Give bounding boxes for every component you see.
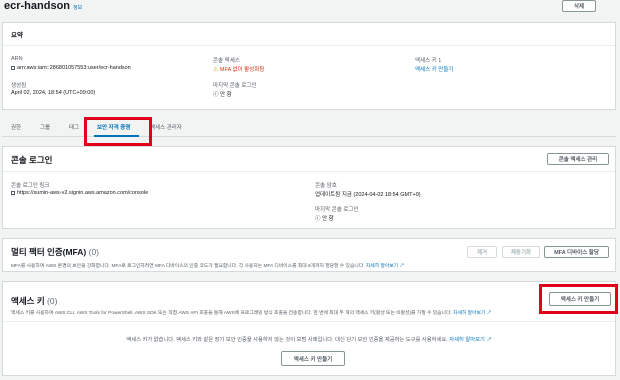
summary-card: 요약 ARN arn:aws:iam::286801057553:user/ec… bbox=[2, 22, 616, 110]
info-link[interactable]: 정보 bbox=[73, 5, 82, 11]
tab-access-advisor[interactable]: 액세스 관리자 bbox=[150, 123, 182, 131]
console-login-divider bbox=[3, 171, 615, 172]
access-keys-learn-more-link[interactable]: 자세히 알아보기 bbox=[453, 311, 485, 316]
page-title: ecr-handson 정보 bbox=[4, 0, 82, 12]
console-password-label: 콘솔 암호 bbox=[315, 183, 337, 189]
access-keys-count: (0) bbox=[47, 296, 58, 306]
tab-tags[interactable]: 태그 bbox=[69, 123, 79, 131]
mfa-resync-button[interactable]: 재동기화 bbox=[502, 246, 540, 258]
access-key-create-link[interactable]: 액세스 키 만들기 bbox=[415, 65, 453, 73]
external-link-icon: ↗ bbox=[399, 264, 405, 269]
access-keys-divider bbox=[3, 321, 615, 322]
console-last-login-text: 안 함 bbox=[322, 216, 334, 222]
user-name: ecr-handson bbox=[4, 0, 71, 12]
access-keys-description: 액세스 키를 사용하여 AWS CLI, AWS Tools for Power… bbox=[11, 309, 491, 316]
console-link-text: https://sumin-aws-v2.signin.aws.amazon.c… bbox=[17, 190, 149, 196]
arn-value: arn:aws:iam::286801057553:user/ecr-hands… bbox=[11, 65, 131, 71]
delete-button[interactable]: 삭제 bbox=[562, 0, 596, 12]
access-keys-description-text: 액세스 키를 사용하여 AWS CLI, AWS Tools for Power… bbox=[11, 311, 452, 316]
last-login-label: 마지막 콘솔 로그인 bbox=[213, 83, 257, 89]
tab-permissions[interactable]: 권한 bbox=[11, 123, 21, 131]
external-link-icon: ↗ bbox=[486, 311, 492, 316]
tab-highlight-box bbox=[84, 117, 152, 146]
console-access-label: 콘솔 액세스 bbox=[213, 58, 240, 64]
mfa-remove-button[interactable]: 제거 bbox=[467, 246, 497, 258]
create-key-highlight-box bbox=[539, 284, 618, 314]
empty-create-access-key-button[interactable]: 액세스 키 만들기 bbox=[281, 351, 345, 366]
access-keys-empty-message: 액세스 키가 없습니다. 액세스 키와 같은 장기 보안 인증을 사용하지 않는… bbox=[126, 337, 448, 343]
console-link-label: 콘솔 로그인 링크 bbox=[11, 183, 50, 189]
console-last-login-value: ⓘ 안 함 bbox=[315, 214, 334, 222]
arn-text: arn:aws:iam::286801057553:user/ecr-hands… bbox=[17, 65, 131, 71]
access-keys-heading-text: 액세스 키 bbox=[11, 296, 45, 306]
console-last-login-label: 마지막 콘솔 로그인 bbox=[315, 207, 359, 213]
assign-mfa-button[interactable]: MFA 디바이스 할당 bbox=[544, 246, 609, 258]
mfa-learn-more-link[interactable]: 자세히 알아보기 bbox=[366, 264, 398, 269]
info-circle-icon: ⓘ bbox=[315, 216, 321, 222]
arn-label: ARN bbox=[11, 56, 23, 62]
mfa-description: MFA를 사용하여 AWS 환경의 보안을 강화합니다. MFA로 로그인하려면… bbox=[11, 262, 404, 269]
tab-groups[interactable]: 그룹 bbox=[40, 123, 50, 131]
access-keys-empty-text: 액세스 키가 없습니다. 액세스 키와 같은 장기 보안 인증을 사용하지 않는… bbox=[3, 335, 615, 343]
console-password-value: 업데이트됨 지금 (2024-04-02 18:54 GMT+9) bbox=[315, 192, 421, 198]
created-value: April 02, 2024, 18:54 (UTC+09:00) bbox=[11, 90, 96, 96]
console-access-value: ⚠ MFA 없이 활성화됨 bbox=[213, 65, 264, 73]
mfa-description-text: MFA를 사용하여 AWS 환경의 보안을 강화합니다. MFA로 로그인하려면… bbox=[11, 264, 365, 269]
created-label: 생성됨 bbox=[11, 83, 27, 89]
summary-divider bbox=[3, 45, 615, 46]
summary-heading: 요약 bbox=[11, 32, 23, 39]
console-link-value: https://sumin-aws-v2.signin.aws.amazon.c… bbox=[11, 190, 148, 196]
console-login-heading: 콘솔 로그인 bbox=[11, 155, 53, 165]
console-login-card: 콘솔 로그인 콘솔 액세스 관리 콘솔 로그인 링크 https://sumin… bbox=[2, 146, 616, 229]
access-keys-card: 액세스 키 (0) 액세스 키를 사용하여 AWS CLI, AWS Tools… bbox=[2, 281, 616, 376]
access-keys-heading: 액세스 키 (0) bbox=[11, 295, 57, 307]
console-access-text: MFA 없이 활성화됨 bbox=[219, 67, 265, 73]
mfa-heading: 멀티 팩터 인증(MFA) (0) bbox=[11, 246, 99, 258]
last-login-value: ⓘ 안 함 bbox=[213, 90, 232, 98]
mfa-count: (0) bbox=[88, 247, 100, 257]
manage-console-access-button[interactable]: 콘솔 액세스 관리 bbox=[547, 153, 609, 165]
mfa-heading-text: 멀티 팩터 인증(MFA) bbox=[11, 247, 87, 257]
last-login-text: 안 함 bbox=[220, 92, 232, 98]
info-circle-icon: ⓘ bbox=[213, 92, 219, 98]
warning-icon: ⚠ bbox=[213, 67, 219, 73]
mfa-card: 멀티 팩터 인증(MFA) (0) MFA를 사용하여 AWS 환경의 보안을 … bbox=[2, 238, 616, 272]
copy-link-icon[interactable] bbox=[11, 190, 15, 195]
access-keys-empty-learn-more-link[interactable]: 자세히 알아보기 bbox=[449, 337, 485, 343]
copy-icon[interactable] bbox=[11, 65, 15, 70]
access-key-label: 액세스 키 1 bbox=[415, 58, 442, 64]
external-link-icon: ↗ bbox=[486, 337, 492, 343]
